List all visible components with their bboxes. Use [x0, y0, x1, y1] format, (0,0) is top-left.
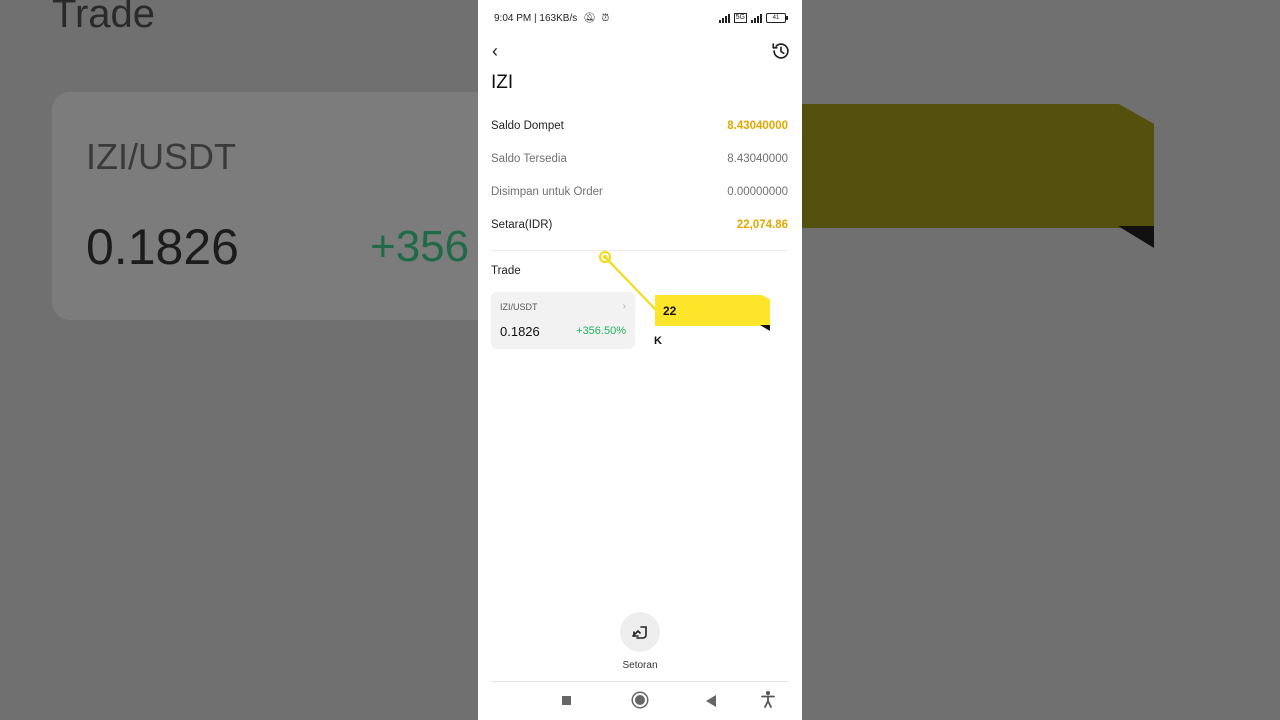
background-price: 0.1826: [86, 219, 239, 275]
nav-divider: [491, 681, 788, 682]
deposit-button[interactable]: [620, 612, 660, 652]
balance-value: 0.00000000: [727, 186, 788, 198]
status-time: 9:04 PM: [494, 13, 532, 24]
balance-label: Saldo Dompet: [491, 120, 564, 132]
annotation-flag-text: 22: [663, 304, 677, 318]
background-pair: IZI/USDT: [86, 136, 236, 177]
balance-list: Saldo Dompet 8.43040000 Saldo Tersedia 8…: [491, 110, 788, 242]
trade-pair-name: IZI/USDT: [500, 302, 538, 312]
back-arrow-icon[interactable]: ‹: [492, 41, 510, 61]
balance-row-in-order: Disimpan untuk Order 0.00000000: [491, 176, 788, 209]
trade-pair-change: +356.50%: [576, 325, 626, 337]
background-trade-card: [52, 92, 492, 320]
signal-icon-2: [751, 13, 762, 23]
annotation-subtext: K: [654, 335, 662, 347]
annotation-flag-corner: [760, 325, 770, 331]
alarm-icon: ⏰︎: [601, 13, 610, 24]
recent-apps-icon[interactable]: [562, 696, 571, 705]
trade-section-title: Trade: [491, 265, 521, 277]
battery-icon: 41: [766, 13, 788, 23]
background-flag-corner: [1118, 226, 1154, 248]
phone-screen: 9:04 PM | 163KB/s 🔕︎ ⏰︎ 5G 41 ‹ IZI Sald…: [478, 0, 802, 720]
system-nav-bar: [478, 688, 802, 714]
balance-label: Saldo Tersedia: [491, 153, 567, 165]
balance-label: Setara(IDR): [491, 219, 553, 231]
back-triangle-icon[interactable]: [706, 695, 716, 707]
trade-pair-price: 0.1826: [500, 324, 540, 339]
trade-pair-card[interactable]: IZI/USDT › 0.1826 +356.50%: [491, 292, 635, 349]
background-yellow-flag: [802, 104, 1154, 228]
balance-value: 22,074.86: [736, 219, 788, 231]
deposit-icon: [632, 626, 647, 639]
balance-label: Disimpan untuk Order: [491, 186, 603, 198]
status-left: 9:04 PM | 163KB/s 🔕︎ ⏰︎: [494, 13, 610, 24]
balance-row-available: Saldo Tersedia 8.43040000: [491, 143, 788, 176]
background-change: +356: [370, 222, 470, 271]
status-speed: 163KB/s: [539, 13, 578, 24]
network-badge: 5G: [733, 13, 747, 23]
accessibility-icon[interactable]: [760, 690, 776, 708]
background-trade-title: Trade: [52, 0, 156, 36]
balance-row-idr: Setara(IDR) 22,074.86: [491, 209, 788, 242]
mute-icon: 🔕︎: [583, 13, 596, 24]
history-icon[interactable]: [770, 40, 792, 62]
divider: [491, 250, 788, 251]
balance-row-wallet: Saldo Dompet 8.43040000: [491, 110, 788, 143]
top-bar: ‹: [478, 38, 802, 64]
status-bar: 9:04 PM | 163KB/s 🔕︎ ⏰︎ 5G 41: [494, 12, 788, 26]
signal-icon: [718, 13, 730, 23]
balance-value: 8.43040000: [727, 153, 788, 165]
chevron-right-icon: ›: [622, 301, 626, 312]
balance-value: 8.43040000: [727, 120, 788, 132]
status-right: 5G 41: [718, 13, 788, 23]
home-icon[interactable]: [633, 693, 647, 707]
page-title: IZI: [491, 72, 514, 93]
deposit-label: Setoran: [622, 660, 658, 671]
